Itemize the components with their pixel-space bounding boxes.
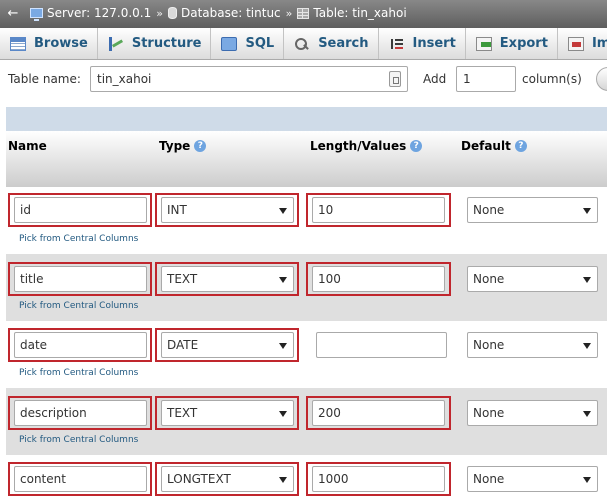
breadcrumb-server-label: Server: 127.0.0.1 [47,6,152,20]
table-icon [297,7,310,19]
header-name-label: Name [8,139,47,153]
column-name-input[interactable]: description [14,400,147,426]
breadcrumb-database-label: Database: tintuc [180,6,281,20]
table-name-label: Table name: [8,72,81,86]
help-icon[interactable]: ? [514,140,527,152]
tab-insert-label: Insert [412,36,456,51]
insert-icon [388,36,405,51]
column-length-input[interactable]: 100 [312,266,445,292]
column-default-select[interactable]: None [467,197,598,223]
table-row: title TEXT 100 None Pick from Central Co… [6,254,607,321]
column-length-input[interactable] [316,332,447,358]
column-name-input[interactable]: content [14,466,147,492]
breadcrumb: Server: 127.0.0.1 » Database: tintuc » T… [30,6,407,21]
column-type-select[interactable]: DATE [161,332,294,358]
tab-export-label: Export [499,36,548,51]
column-type-select[interactable]: TEXT [161,400,294,426]
header-default: Default ? [461,139,527,153]
input-helper-icon[interactable] [389,71,401,87]
pick-central-columns-link[interactable]: Pick from Central Columns [19,435,138,445]
tab-sql-label: SQL [245,36,275,51]
column-length-input[interactable]: 200 [312,400,445,426]
column-length-input[interactable]: 1000 [312,466,445,492]
header-type: Type ? [159,139,207,153]
breadcrumb-server[interactable]: Server: 127.0.0.1 [30,6,152,21]
table-row: date DATE None Pick from Central Columns [6,321,607,388]
pick-central-columns-link[interactable]: Pick from Central Columns [19,301,138,311]
pick-central-columns-link[interactable]: Pick from Central Columns [19,368,138,378]
breadcrumb-table-label: Table: tin_xahoi [313,6,407,20]
go-button[interactable] [596,67,607,91]
table-row: id INT 10 None Pick from Central Columns [6,187,607,254]
tab-sql[interactable]: SQL [211,28,285,59]
tab-insert[interactable]: Insert [379,28,466,59]
sql-icon [221,36,238,51]
breadcrumb-bar: ← Server: 127.0.0.1 » Database: tintuc »… [0,0,607,28]
tab-structure-label: Structure [131,36,202,51]
column-default-select[interactable]: None [467,466,598,492]
help-icon[interactable]: ? [410,140,423,152]
header-length-label: Length/Values [310,139,407,153]
browse-icon [10,36,26,51]
back-arrow-icon[interactable]: ← [2,6,24,22]
structure-icon [108,36,124,51]
search-icon [294,37,310,51]
tab-browse-label: Browse [34,36,88,51]
header-length: Length/Values ? [310,139,423,153]
tab-export[interactable]: Export [466,28,558,59]
breadcrumb-separator: » [156,6,163,20]
breadcrumb-separator: » [285,6,293,20]
column-default-select[interactable]: None [467,332,598,358]
column-type-select[interactable]: LONGTEXT [161,466,294,492]
help-icon[interactable]: ? [194,140,207,152]
table-row: content LONGTEXT 1000 None [6,455,607,503]
tab-import[interactable]: Imp [558,28,607,59]
header-default-label: Default [461,139,511,153]
column-name-input[interactable]: id [14,197,147,223]
import-icon [567,36,584,51]
tab-bar: Browse Structure SQL Search Insert Expor… [0,28,607,60]
server-icon [30,8,43,21]
table-name-row: Table name: tin_xahoi Add 1 column(s) [0,61,607,97]
grid-top-band [6,107,607,131]
breadcrumb-table[interactable]: Table: tin_xahoi [297,6,407,20]
table-row: description TEXT 200 None Pick from Cent… [6,388,607,455]
table-name-input[interactable]: tin_xahoi [90,66,408,92]
tab-browse[interactable]: Browse [0,28,98,59]
tab-structure[interactable]: Structure [98,28,212,59]
columns-label: column(s) [522,72,582,86]
column-type-select[interactable]: INT [161,197,294,223]
column-name-input[interactable]: date [14,332,147,358]
column-default-select[interactable]: None [467,400,598,426]
header-type-label: Type [159,139,191,153]
header-name: Name [8,139,47,153]
tab-import-label: Imp [591,36,607,51]
column-header-row: Name Type ? Length/Values ? Default ? [6,131,607,187]
breadcrumb-database[interactable]: Database: tintuc [167,6,281,20]
add-columns-label: Add [423,72,447,86]
add-columns-input[interactable]: 1 [456,66,516,92]
column-type-select[interactable]: TEXT [161,266,294,292]
column-default-select[interactable]: None [467,266,598,292]
column-name-input[interactable]: title [14,266,147,292]
pick-central-columns-link[interactable]: Pick from Central Columns [19,234,138,244]
export-icon [475,36,492,51]
tab-search-label: Search [318,36,369,51]
tab-search[interactable]: Search [284,28,379,59]
database-icon [167,7,177,19]
column-length-input[interactable]: 10 [312,197,445,223]
